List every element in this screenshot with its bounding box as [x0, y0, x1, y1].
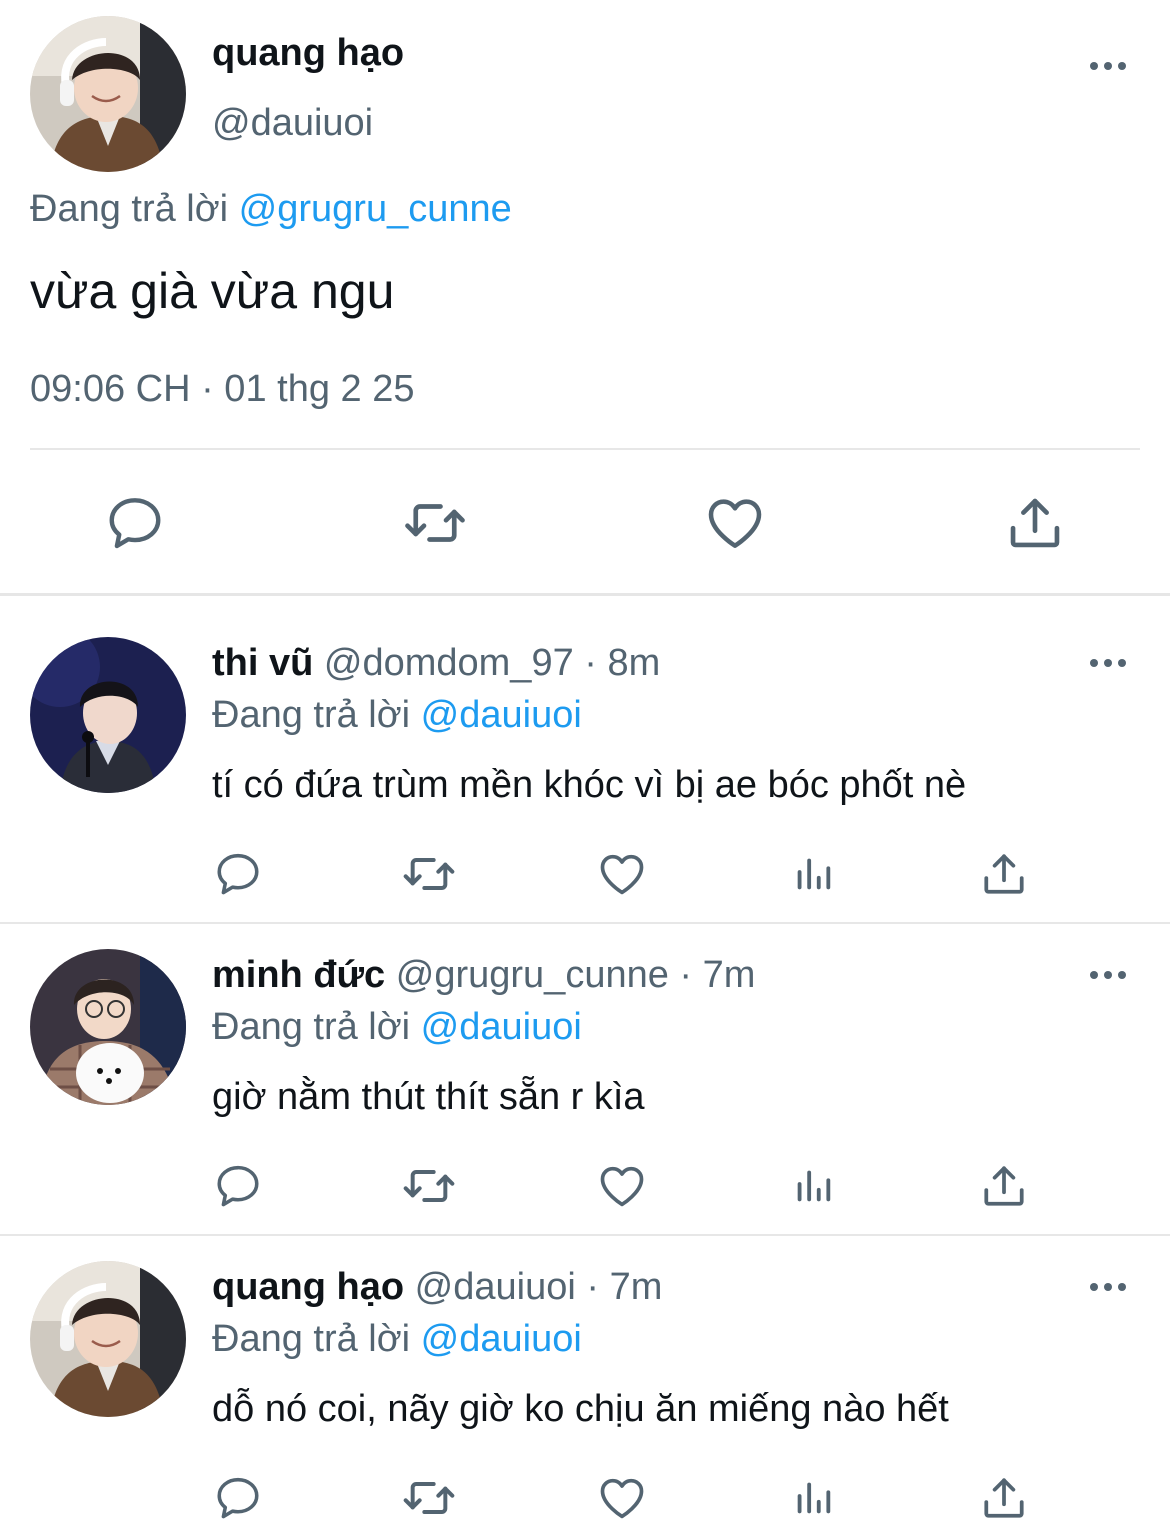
share-icon: [979, 1161, 1029, 1211]
reply-icon: [213, 1473, 263, 1523]
author-name[interactable]: minh đức: [212, 954, 385, 996]
reply-button[interactable]: [210, 1160, 266, 1212]
reply-prefix: Đang trả lời: [212, 1318, 411, 1360]
share-icon: [1004, 492, 1066, 554]
like-icon: [703, 491, 767, 555]
reply-text: tí có đứa trùm mền khóc vì bị ae bóc phố…: [212, 764, 967, 806]
analytics-button[interactable]: [786, 848, 840, 900]
author-name[interactable]: thi vũ: [212, 642, 313, 684]
like-button[interactable]: [594, 1472, 650, 1524]
reply-icon: [213, 849, 263, 899]
author-handle[interactable]: @grugru_cunne: [396, 954, 669, 996]
analytics-icon: [790, 1475, 836, 1521]
reply-button[interactable]: [210, 1472, 266, 1524]
author-handle[interactable]: @dauiuoi: [212, 102, 373, 145]
reply-text: dỗ nó coi, nãy giờ ko chịu ăn miếng nào …: [212, 1388, 949, 1430]
reply-prefix: Đang trả lời: [212, 694, 411, 736]
avatar[interactable]: [30, 637, 186, 793]
more-options-icon[interactable]: [1086, 1277, 1130, 1297]
reply-icon: [213, 1161, 263, 1211]
retweet-button[interactable]: [398, 488, 472, 558]
retweet-icon: [402, 490, 468, 556]
replying-to: Đang trả lời @grugru_cunne: [30, 188, 512, 231]
like-button[interactable]: [700, 488, 770, 558]
more-options-icon[interactable]: [1086, 965, 1130, 985]
divider: [0, 922, 1170, 924]
like-icon: [596, 1472, 648, 1524]
analytics-button[interactable]: [786, 1472, 840, 1524]
retweet-button[interactable]: [398, 1472, 460, 1524]
author-handle[interactable]: @dauiuoi: [415, 1266, 576, 1308]
more-options-icon[interactable]: [1086, 653, 1130, 673]
divider: [0, 1234, 1170, 1236]
tweet-timestamp[interactable]: 09:06 CH · 01 thg 2 25: [30, 368, 414, 411]
reply-button[interactable]: [210, 848, 266, 900]
reply-button[interactable]: [100, 488, 170, 558]
analytics-icon: [790, 851, 836, 897]
share-button[interactable]: [976, 1472, 1032, 1524]
share-button[interactable]: [976, 848, 1032, 900]
divider: [0, 593, 1170, 596]
more-options-icon[interactable]: [1086, 56, 1130, 76]
share-icon: [979, 849, 1029, 899]
retweet-icon: [401, 1158, 457, 1214]
reply-mention-link[interactable]: @grugru_cunne: [239, 188, 512, 230]
retweet-icon: [401, 1470, 457, 1526]
tweet-text: vừa già vừa ngu: [30, 263, 395, 319]
author-name[interactable]: quang hạo: [212, 32, 404, 75]
share-icon: [979, 1473, 1029, 1523]
author-name[interactable]: quang hạo: [212, 1266, 404, 1308]
like-button[interactable]: [594, 848, 650, 900]
replying-to: Đang trả lời @dauiuoi: [212, 694, 582, 737]
author-handle[interactable]: @domdom_97: [324, 642, 574, 684]
like-icon: [596, 848, 648, 900]
retweet-button[interactable]: [398, 848, 460, 900]
like-icon: [596, 1160, 648, 1212]
reply-prefix: Đang trả lời: [30, 188, 229, 230]
avatar[interactable]: [30, 1261, 186, 1417]
reply-icon: [104, 492, 166, 554]
avatar[interactable]: [30, 16, 186, 172]
reply-time[interactable]: · 8m: [584, 642, 660, 684]
reply-time[interactable]: · 7m: [586, 1266, 662, 1308]
reply-mention-link[interactable]: @dauiuoi: [421, 1006, 582, 1048]
replying-to: Đang trả lời @dauiuoi: [212, 1318, 582, 1361]
analytics-icon: [790, 1163, 836, 1209]
retweet-icon: [401, 846, 457, 902]
analytics-button[interactable]: [786, 1160, 840, 1212]
reply-header: minh đức @grugru_cunne · 7m: [212, 954, 755, 997]
reply-mention-link[interactable]: @dauiuoi: [421, 1318, 582, 1360]
reply-prefix: Đang trả lời: [212, 1006, 411, 1048]
avatar[interactable]: [30, 949, 186, 1105]
share-button[interactable]: [1000, 488, 1070, 558]
share-button[interactable]: [976, 1160, 1032, 1212]
reply-header: thi vũ @domdom_97 · 8m: [212, 642, 660, 685]
retweet-button[interactable]: [398, 1160, 460, 1212]
like-button[interactable]: [594, 1160, 650, 1212]
reply-time[interactable]: · 7m: [679, 954, 755, 996]
replying-to: Đang trả lời @dauiuoi: [212, 1006, 582, 1049]
divider: [30, 448, 1140, 450]
reply-header: quang hạo @dauiuoi · 7m: [212, 1266, 662, 1309]
reply-text: giờ nằm thút thít sẵn r kìa: [212, 1076, 645, 1118]
reply-mention-link[interactable]: @dauiuoi: [421, 694, 582, 736]
